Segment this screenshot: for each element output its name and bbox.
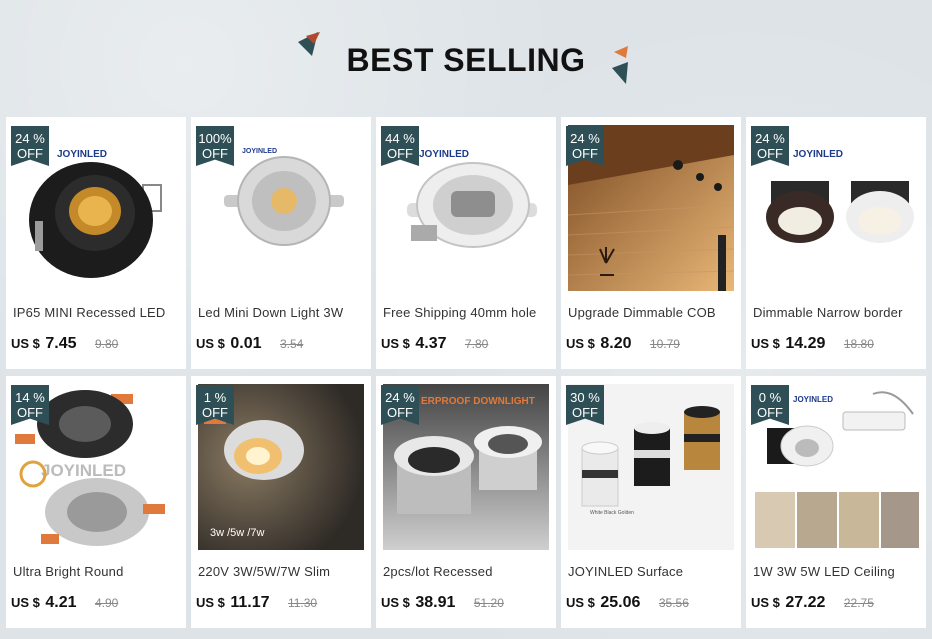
price-row: US $ 27.22 22.75 xyxy=(751,594,923,616)
product-card[interactable]: JOYINLED 14 % OFF Ultra Bright Round US $… xyxy=(6,376,186,628)
svg-text:JOYINLED: JOYINLED xyxy=(242,148,277,155)
original-price: 3.54 xyxy=(279,337,304,351)
svg-text:JOYINLED: JOYINLED xyxy=(793,395,833,404)
product-name[interactable]: 1W 3W 5W LED Ceiling xyxy=(753,564,921,579)
product-card[interactable]: JOYINLED 44 % OFF Free Shipping 40mm hole… xyxy=(376,117,556,369)
product-name[interactable]: Led Mini Down Light 3W xyxy=(198,305,366,320)
svg-text:White Black Golden: White Black Golden xyxy=(590,510,634,516)
svg-text:JOYINLED: JOYINLED xyxy=(419,149,469,160)
currency-label: US $ xyxy=(11,336,40,351)
currency-label: US $ xyxy=(11,595,40,610)
currency-label: US $ xyxy=(751,595,780,610)
product-name[interactable]: Dimmable Narrow border xyxy=(753,305,921,320)
currency-label: US $ xyxy=(381,336,410,351)
price: 38.91 xyxy=(415,594,456,611)
product-card[interactable]: JOYINLED 0 % OFF 1W 3W 5W LED Ceiling US … xyxy=(746,376,926,628)
price-row: US $ 0.01 3.54 xyxy=(196,335,368,357)
price: 4.37 xyxy=(415,335,447,352)
section-header: BEST SELLING xyxy=(0,0,932,110)
original-price: 7.80 xyxy=(464,337,489,351)
original-price: 4.90 xyxy=(94,596,119,610)
price-row: US $ 8.20 10.79 xyxy=(566,335,738,357)
price: 14.29 xyxy=(785,335,826,352)
product-name[interactable]: 2pcs/lot Recessed xyxy=(383,564,551,579)
price-row: US $ 4.37 7.80 xyxy=(381,335,553,357)
svg-text:JOYINLED: JOYINLED xyxy=(41,461,126,480)
price: 7.45 xyxy=(45,335,77,352)
product-card[interactable]: White Black Golden 30 % OFF JOYINLED Surf… xyxy=(561,376,741,628)
product-card[interactable]: JOYINLED 24 % OFF IP65 MINI Recessed LED … xyxy=(6,117,186,369)
product-card[interactable]: 3w /5w /7w 1 % OFF 220V 3W/5W/7W Slim US … xyxy=(191,376,371,628)
product-card[interactable]: ERPROOF DOWNLIGHT 24 % OFF 2pcs/lot Reces… xyxy=(376,376,556,628)
price: 8.20 xyxy=(600,335,632,352)
currency-label: US $ xyxy=(196,336,225,351)
price-row: US $ 7.45 9.80 xyxy=(11,335,183,357)
price: 27.22 xyxy=(785,594,826,611)
price-row: US $ 25.06 35.56 xyxy=(566,594,738,616)
product-name[interactable]: Free Shipping 40mm hole xyxy=(383,305,551,320)
price-row: US $ 11.17 11.30 xyxy=(196,594,368,616)
product-card[interactable]: 24 % OFF Upgrade Dimmable COB US $ 8.20 1… xyxy=(561,117,741,369)
svg-text:JOYINLED: JOYINLED xyxy=(793,149,843,160)
currency-label: US $ xyxy=(381,595,410,610)
svg-text:3w /5w /7w: 3w /5w /7w xyxy=(210,527,264,539)
currency-label: US $ xyxy=(196,595,225,610)
price: 0.01 xyxy=(230,335,262,352)
original-price: 22.75 xyxy=(843,596,874,610)
product-name[interactable]: Ultra Bright Round xyxy=(13,564,181,579)
original-price: 51.20 xyxy=(473,596,504,610)
svg-text:ERPROOF DOWNLIGHT: ERPROOF DOWNLIGHT xyxy=(421,396,535,407)
original-price: 10.79 xyxy=(649,337,680,351)
price-row: US $ 38.91 51.20 xyxy=(381,594,553,616)
currency-label: US $ xyxy=(751,336,780,351)
price: 25.06 xyxy=(600,594,641,611)
svg-text:JOYINLED: JOYINLED xyxy=(57,149,107,160)
original-price: 35.56 xyxy=(658,596,689,610)
currency-label: US $ xyxy=(566,336,595,351)
product-card[interactable]: JOYINLED 100% OFF Led Mini Down Light 3W … xyxy=(191,117,371,369)
price: 4.21 xyxy=(45,594,77,611)
original-price: 18.80 xyxy=(843,337,874,351)
price-row: US $ 14.29 18.80 xyxy=(751,335,923,357)
original-price: 9.80 xyxy=(94,337,119,351)
product-name[interactable]: 220V 3W/5W/7W Slim xyxy=(198,564,366,579)
currency-label: US $ xyxy=(566,595,595,610)
product-grid: JOYINLED 24 % OFF IP65 MINI Recessed LED … xyxy=(6,117,926,628)
product-name[interactable]: JOYINLED Surface xyxy=(568,564,736,579)
product-name[interactable]: Upgrade Dimmable COB xyxy=(568,305,736,320)
price-row: US $ 4.21 4.90 xyxy=(11,594,183,616)
price: 11.17 xyxy=(230,594,270,611)
page-title: BEST SELLING xyxy=(346,42,586,78)
original-price: 11.30 xyxy=(287,596,318,610)
product-name[interactable]: IP65 MINI Recessed LED xyxy=(13,305,181,320)
product-card[interactable]: JOYINLED 24 % OFF Dimmable Narrow border … xyxy=(746,117,926,369)
triangle-decoration-icon xyxy=(612,46,628,84)
